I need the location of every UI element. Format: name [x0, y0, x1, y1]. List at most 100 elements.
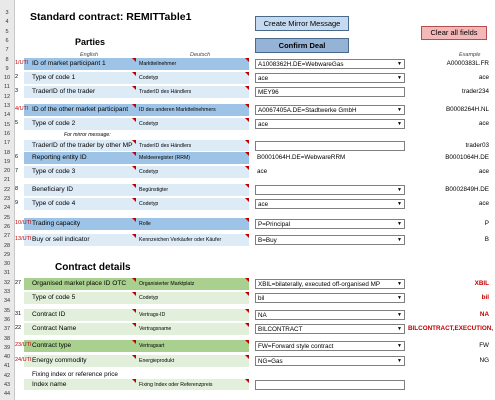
- sheet-row-number[interactable]: 42: [0, 373, 14, 379]
- sheet-row-number[interactable]: 10: [0, 75, 14, 81]
- field-input[interactable]: bil ▼: [255, 293, 405, 303]
- dropdown-arrow-icon[interactable]: ▼: [396, 358, 403, 365]
- field-input[interactable]: [255, 141, 405, 151]
- field-input[interactable]: ace ▼: [255, 73, 405, 83]
- sheet-row-number[interactable]: 21: [0, 177, 14, 183]
- dropdown-arrow-icon[interactable]: ▼: [396, 312, 403, 319]
- sheet-row-number[interactable]: 28: [0, 243, 14, 249]
- field-input[interactable]: NA ▼: [255, 310, 405, 320]
- comment-marker-icon: [245, 140, 249, 144]
- field-input[interactable]: A0067405A.DE=Stadtwerke GmbH ▼: [255, 105, 405, 115]
- sheet-row-number[interactable]: 3: [0, 10, 14, 16]
- comment-marker-icon: [245, 184, 249, 188]
- sheet-row-number[interactable]: 8: [0, 57, 14, 63]
- field-input[interactable]: FW=Forward style contract ▼: [255, 341, 405, 351]
- clear-all-fields-button[interactable]: Clear all fields: [421, 26, 487, 40]
- field-input[interactable]: ace: [255, 167, 405, 177]
- sheet-row-number[interactable]: 31: [0, 270, 14, 276]
- sheet-row-number[interactable]: 19: [0, 159, 14, 165]
- dropdown-arrow-icon[interactable]: ▼: [396, 201, 403, 208]
- field-label: Type of code 2: [32, 120, 76, 127]
- comment-marker-icon: [245, 198, 249, 202]
- sheet-row-number[interactable]: 7: [0, 47, 14, 53]
- dropdown-arrow-icon[interactable]: ▼: [396, 221, 403, 228]
- sheet-row-number[interactable]: 17: [0, 140, 14, 146]
- sheet-row-number[interactable]: 24: [0, 205, 14, 211]
- field-input[interactable]: ace ▼: [255, 119, 405, 129]
- sheet-row-number[interactable]: 43: [0, 382, 14, 388]
- sheet-row-number[interactable]: 41: [0, 363, 14, 369]
- field-number: 5: [15, 120, 19, 126]
- sheet-row-number[interactable]: 33: [0, 289, 14, 295]
- sheet-row-number[interactable]: 34: [0, 298, 14, 304]
- field-label: Beneficiary ID: [32, 186, 74, 193]
- sheet-row-number[interactable]: 5: [0, 29, 14, 35]
- field-input[interactable]: [255, 380, 405, 390]
- field-label: Type of code 4: [32, 200, 76, 207]
- sheet-row-number[interactable]: 29: [0, 252, 14, 258]
- sheet-row-number[interactable]: 32: [0, 280, 14, 286]
- dropdown-arrow-icon[interactable]: ▼: [396, 107, 403, 114]
- dropdown-arrow-icon[interactable]: ▼: [396, 237, 403, 244]
- sheet-row-number[interactable]: 25: [0, 215, 14, 221]
- field-input[interactable]: B0001064H.DE=WebwareRRM: [255, 153, 405, 163]
- field-input[interactable]: A1008362H.DE=WebwareGas ▼: [255, 59, 405, 69]
- comment-marker-icon: [245, 104, 249, 108]
- sheet-row-number[interactable]: 37: [0, 326, 14, 332]
- comment-marker-icon: [245, 58, 249, 62]
- header-example: Example: [459, 52, 481, 58]
- dropdown-arrow-icon[interactable]: ▼: [396, 343, 403, 350]
- sheet-row-number[interactable]: 22: [0, 187, 14, 193]
- sheet-row-number[interactable]: 36: [0, 317, 14, 323]
- field-input[interactable]: MEY96: [255, 87, 405, 97]
- sheet-row-number[interactable]: 12: [0, 94, 14, 100]
- field-input[interactable]: P=Principal ▼: [255, 219, 405, 229]
- dropdown-arrow-icon[interactable]: ▼: [396, 121, 403, 128]
- dropdown-arrow-icon[interactable]: ▼: [396, 281, 403, 288]
- field-label: ID of market participant 1: [32, 60, 106, 67]
- sheet-row-number[interactable]: 26: [0, 224, 14, 230]
- sheet-row-number[interactable]: 44: [0, 391, 14, 397]
- field-label: Contract ID: [32, 311, 66, 318]
- field-input[interactable]: B=Buy ▼: [255, 235, 405, 245]
- page-title: Standard contract: REMITTable1: [30, 11, 192, 23]
- field-input[interactable]: BILCONTRACT ▼: [255, 324, 405, 334]
- field-input[interactable]: ace ▼: [255, 199, 405, 209]
- comment-marker-icon: [132, 184, 136, 188]
- sheet-row-number[interactable]: 15: [0, 122, 14, 128]
- sheet-row-number[interactable]: 16: [0, 131, 14, 137]
- sheet-row-number[interactable]: 9: [0, 66, 14, 72]
- sheet-row-number[interactable]: 27: [0, 233, 14, 239]
- field-number: 2: [15, 74, 19, 80]
- sheet-row-number[interactable]: 6: [0, 38, 14, 44]
- sheet-row-number[interactable]: 20: [0, 168, 14, 174]
- sheet-row-number[interactable]: 30: [0, 261, 14, 267]
- sheet-row-number[interactable]: 13: [0, 103, 14, 109]
- sheet-row-number[interactable]: 39: [0, 345, 14, 351]
- field-input[interactable]: NG=Gas ▼: [255, 356, 405, 366]
- sheet-row-number[interactable]: 4: [0, 19, 14, 25]
- dropdown-arrow-icon[interactable]: ▼: [396, 187, 403, 194]
- confirm-deal-button[interactable]: Confirm Deal: [255, 38, 349, 53]
- field-label: Organised market place ID OTC: [32, 280, 127, 287]
- sheet-row-number[interactable]: 38: [0, 336, 14, 342]
- comment-marker-icon: [132, 340, 136, 344]
- sheet-row-number[interactable]: 14: [0, 112, 14, 118]
- field-input[interactable]: XBIL=bilaterally, executed off-organised…: [255, 279, 405, 289]
- comment-marker-icon: [132, 72, 136, 76]
- create-mirror-message-button[interactable]: Create Mirror Message: [255, 16, 349, 31]
- field-number: 8: [15, 186, 19, 192]
- field-input[interactable]: ▼: [255, 185, 405, 195]
- dropdown-arrow-icon[interactable]: ▼: [396, 326, 403, 333]
- field-value: B=Buy: [258, 237, 277, 244]
- sheet-row-number[interactable]: 40: [0, 354, 14, 360]
- dropdown-arrow-icon[interactable]: ▼: [396, 295, 403, 302]
- field-value: ace: [258, 121, 269, 128]
- sheet-row-number[interactable]: 35: [0, 308, 14, 314]
- dropdown-arrow-icon[interactable]: ▼: [396, 75, 403, 82]
- example-value: NG: [479, 357, 489, 364]
- sheet-row-number[interactable]: 11: [0, 84, 14, 90]
- sheet-row-number[interactable]: 23: [0, 196, 14, 202]
- sheet-row-number[interactable]: 18: [0, 150, 14, 156]
- dropdown-arrow-icon[interactable]: ▼: [396, 61, 403, 68]
